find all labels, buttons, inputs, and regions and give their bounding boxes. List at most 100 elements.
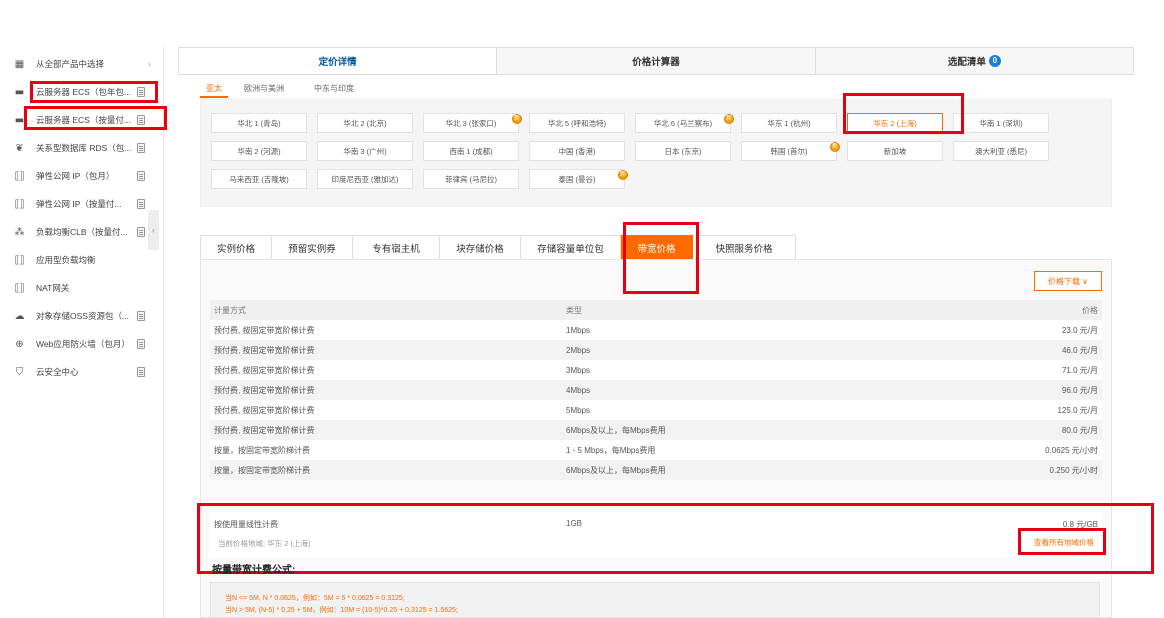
region-button[interactable]: 华北 3 (张家口) (423, 113, 519, 133)
price-cell: 46.0 元/月 (1061, 345, 1098, 355)
region-button[interactable]: 华东 1 (杭州) (741, 113, 837, 133)
sidebar-item-all-products[interactable]: ▦ 从全部产品中选择 › (0, 52, 164, 76)
product-sidebar: ▦ 从全部产品中选择 › ▬ 云服务器 ECS（包年包... ▬ 云服务器 EC… (0, 47, 164, 618)
tab-bandwidth-price[interactable]: 带宽价格 (621, 235, 693, 260)
firewall-icon: ⊕ (15, 338, 24, 350)
region-button[interactable]: 华北 2 (北京) (317, 113, 413, 133)
table-header-row: 计量方式 类型 价格 (210, 300, 1102, 320)
table-row: 按量，按固定带宽阶梯计费 1 - 5 Mbps，每Mbps费用 0.0625 元… (210, 440, 1102, 460)
tab-label: 价格计算器 (632, 57, 680, 68)
sidebar-item-label: 负载均衡CLB（按量付... (36, 227, 128, 237)
sidebar-collapse-handle[interactable]: ‹ (148, 210, 159, 250)
view-all-regions-link[interactable]: 查看所有地域价格 (1034, 537, 1094, 548)
document-icon[interactable] (137, 171, 145, 181)
document-icon[interactable] (137, 339, 145, 349)
billing-method-cell: 预付费, 按固定带宽阶梯计费 (214, 405, 315, 415)
region-button[interactable]: 华北 6 (乌兰察布) (635, 113, 731, 133)
table-row: 按量，按固定带宽阶梯计费 6Mbps及以上，每Mbps费用 0.250 元/小时 (210, 460, 1102, 480)
document-icon[interactable] (137, 115, 145, 125)
tab-snapshot-price[interactable]: 快照服务价格 (693, 235, 796, 260)
load-balancer-icon: ⁂ (14, 226, 25, 238)
column-header: 计量方式 (214, 305, 246, 315)
current-region-note: 当前价格地域: 华东 2 (上海) (218, 539, 311, 548)
tab-label: 定价详情 (318, 57, 357, 68)
eip-icon: ⟦⟧ (14, 198, 25, 210)
document-icon[interactable] (137, 227, 145, 237)
region-button[interactable]: 日本 (东京) (635, 141, 731, 161)
sidebar-item-label: 云服务器 ECS（包年包... (36, 87, 131, 97)
tab-dedicated-host[interactable]: 专有宿主机 (353, 235, 440, 260)
type-cell: 3Mbps (566, 365, 591, 375)
region-button[interactable]: 西南 1 (成都) (423, 141, 519, 161)
shield-icon: ⛉ (15, 366, 24, 378)
count-badge: 0 (988, 55, 1001, 67)
table-row: 预付费, 按固定带宽阶梯计费 6Mbps及以上，每Mbps费用 80.0 元/月 (210, 420, 1102, 440)
region-button[interactable]: 中国 (香港) (529, 141, 625, 161)
table-row: 预付费, 按固定带宽阶梯计费 3Mbps 71.0 元/月 (210, 360, 1102, 380)
tab-middle-east-india[interactable]: 中东与印度 (298, 82, 368, 98)
document-icon[interactable] (137, 143, 145, 153)
sidebar-item-eip-payg[interactable]: ⟦⟧ 弹性公网 IP（按量付... (0, 192, 164, 216)
region-button[interactable]: 华北 5 (呼和浩特) (529, 113, 625, 133)
region-group-tabs: 亚太 欧洲与美洲 中东与印度 (200, 82, 368, 98)
region-button[interactable]: 韩国 (首尔) (741, 141, 837, 161)
document-icon[interactable] (137, 311, 145, 321)
region-button-selected[interactable]: 华东 2 (上海) (847, 113, 943, 133)
table-row-traffic-billing: 按使用量线性计费 1GB 0.8 元/GB 当前价格地域: 华东 2 (上海) … (210, 512, 1102, 558)
sidebar-item-eip-monthly[interactable]: ⟦⟧ 弹性公网 IP（包月） (0, 164, 164, 188)
sidebar-item-security-center[interactable]: ⛉ 云安全中心 (0, 360, 164, 384)
tab-price-calculator[interactable]: 价格计算器 (497, 48, 816, 74)
tab-reserved-instance[interactable]: 预留实例券 (272, 235, 353, 260)
sidebar-item-oss[interactable]: ☁ 对象存储OSS资源包（... (0, 304, 164, 328)
region-button[interactable]: 澳大利亚 (悉尼) (953, 141, 1049, 161)
tab-block-storage[interactable]: 块存储价格 (440, 235, 521, 260)
table-row: 预付费, 按固定带宽阶梯计费 5Mbps 125.0 元/月 (210, 400, 1102, 420)
type-cell: 1Mbps (566, 325, 591, 335)
sidebar-item-label: 云安全中心 (36, 367, 79, 377)
table-row: 预付费, 按固定带宽阶梯计费 2Mbps 46.0 元/月 (210, 340, 1102, 360)
price-download-button[interactable]: 价格下载 ∨ (1034, 271, 1102, 291)
database-icon: ❦ (15, 142, 24, 154)
region-button[interactable]: 印度尼西亚 (雅加达) (317, 169, 413, 189)
tab-instance-price[interactable]: 实例价格 (200, 235, 272, 260)
region-button[interactable]: 泰国 (曼谷) (529, 169, 625, 189)
price-cell: 23.0 元/月 (1061, 325, 1098, 335)
tab-europe-americas[interactable]: 欧洲与美洲 (228, 82, 298, 98)
nat-icon: ⟦⟧ (14, 282, 25, 294)
region-button[interactable]: 华南 1 (深圳) (953, 113, 1049, 133)
new-badge-icon: 新 (724, 114, 734, 124)
eip-icon: ⟦⟧ (14, 170, 25, 182)
document-icon[interactable] (137, 367, 145, 377)
type-cell: 1GB (566, 519, 583, 528)
region-button[interactable]: 华南 3 (广州) (317, 141, 413, 161)
sidebar-item-ecs-payg[interactable]: ▬ 云服务器 ECS（按量付... (0, 108, 164, 132)
tab-storage-capacity-unit[interactable]: 存储容量单位包 (521, 235, 621, 260)
document-icon[interactable] (137, 199, 145, 209)
sidebar-item-clb[interactable]: ⁂ 负载均衡CLB（按量付... (0, 220, 164, 244)
price-cell: 71.0 元/月 (1061, 365, 1098, 375)
region-button[interactable]: 马来西亚 (吉隆坡) (211, 169, 307, 189)
server-icon: ▬ (14, 86, 25, 98)
region-button[interactable]: 华南 2 (河源) (211, 141, 307, 161)
price-cell: 96.0 元/月 (1061, 385, 1098, 395)
sidebar-item-nat[interactable]: ⟦⟧ NAT网关 (0, 276, 164, 300)
document-icon[interactable] (137, 87, 145, 97)
type-cell: 5Mbps (566, 405, 591, 415)
sidebar-item-rds[interactable]: ❦ 关系型数据库 RDS（包... (0, 136, 164, 160)
sidebar-item-label: Web应用防火墙（包月） (36, 339, 130, 349)
region-button[interactable]: 华北 1 (青岛) (211, 113, 307, 133)
chevron-right-icon[interactable]: › (148, 59, 151, 69)
region-button[interactable]: 菲律宾 (马尼拉) (423, 169, 519, 189)
region-button[interactable]: 新加坡 (847, 141, 943, 161)
tab-asia-pacific[interactable]: 亚太 (200, 82, 228, 98)
sidebar-item-alb[interactable]: ⟦⟧ 应用型负载均衡 (0, 248, 164, 272)
tab-pricing-details[interactable]: 定价详情 (179, 48, 498, 74)
cloud-icon: ☁ (14, 310, 25, 322)
type-cell: 4Mbps (566, 385, 591, 395)
bandwidth-price-table: 计量方式 类型 价格 预付费, 按固定带宽阶梯计费 1Mbps 23.0 元/月… (210, 300, 1102, 480)
sidebar-item-waf[interactable]: ⊕ Web应用防火墙（包月） (0, 332, 164, 356)
sidebar-item-ecs-subscription[interactable]: ▬ 云服务器 ECS（包年包... (0, 80, 164, 104)
tab-selection-list[interactable]: 选配清单 0 (815, 48, 1133, 74)
region-selector-panel: 华北 1 (青岛) 华北 2 (北京) 华北 3 (张家口) 华北 5 (呼和浩… (200, 99, 1112, 207)
grid-icon: ▦ (14, 58, 25, 70)
